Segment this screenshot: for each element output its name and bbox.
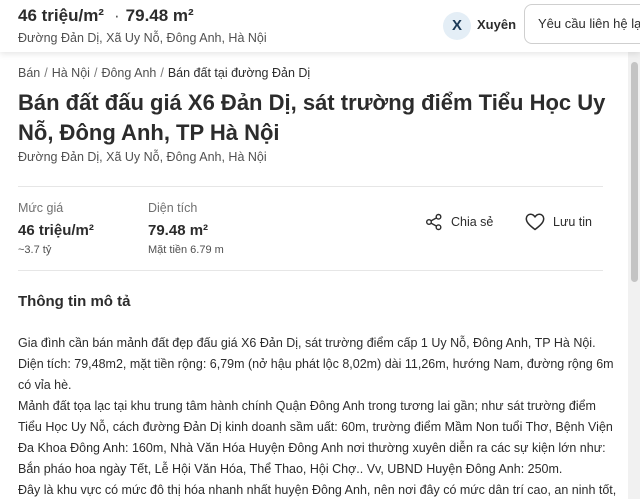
scrollbar-thumb[interactable]: [631, 62, 638, 282]
breadcrumb-separator: /: [93, 66, 98, 80]
description-body: Gia đình cần bán mảnh đất đẹp đấu giá X6…: [18, 333, 618, 499]
scrollbar[interactable]: [628, 52, 640, 499]
area-label: Diện tích: [148, 201, 198, 215]
listing-address: Đường Đản Dị, Xã Uy Nỗ, Đông Anh, Hà Nội: [18, 150, 267, 164]
share-label: Chia sẻ: [451, 215, 494, 229]
share-button[interactable]: Chia sẻ: [425, 212, 493, 232]
frontage-value: Mặt tiền 6.79 m: [148, 244, 224, 256]
listing-page: 46 triệu/m² · 79.48 m² Đường Đản Dị, Xã Uy…: [0, 0, 640, 499]
request-callback-button[interactable]: Yêu cầu liên hệ lại: [524, 4, 640, 44]
price-label: Mức giá: [18, 201, 64, 215]
breadcrumb-separator: /: [160, 66, 164, 80]
header-area: 79.48 m²: [125, 6, 194, 25]
heart-icon: [525, 213, 545, 231]
divider: [18, 186, 603, 187]
save-label: Lưu tin: [553, 215, 592, 229]
price-total: ~3.7 tỷ: [18, 244, 52, 256]
breadcrumb: Bán / Hà Nội / Đông Anh / Bán đất tại đường Đả…: [18, 66, 310, 80]
breadcrumb-item[interactable]: Bán: [18, 66, 40, 80]
header-address: Đường Đản Dị, Xã Uy Nỗ, Đông Anh, Hà Nội: [18, 31, 267, 45]
share-icon: [426, 213, 442, 231]
page-title: Bán đất đấu giá X6 Đản Dị, sát trường đi…: [18, 90, 606, 145]
breadcrumb-item[interactable]: Đông Anh: [101, 66, 156, 80]
area-value: 79.48 m²: [148, 222, 209, 239]
agent-avatar[interactable]: X: [443, 12, 471, 40]
divider: [18, 270, 603, 271]
agent-name[interactable]: Xuyên: [477, 17, 516, 32]
breadcrumb-item[interactable]: Hà Nội: [52, 66, 90, 80]
header-price: 46 triệu/m²: [18, 6, 104, 25]
separator-dot: ·: [113, 6, 120, 25]
breadcrumb-current: Bán đất tại đường Đản Dị: [167, 66, 311, 80]
breadcrumb-separator: /: [44, 66, 48, 80]
description-paragraph: Gia đình cần bán mảnh đất đẹp đấu giá X6…: [18, 336, 614, 392]
description-heading: Thông tin mô tả: [18, 293, 131, 310]
description-paragraph: Đây là khu vực có mức đô thị hóa nhanh n…: [18, 483, 617, 497]
save-listing-button[interactable]: Lưu tin: [525, 212, 592, 232]
sticky-header: 46 triệu/m² · 79.48 m² Đường Đản Dị, Xã Uy…: [0, 0, 640, 52]
price-value: 46 triệu/m²: [18, 222, 94, 239]
description-paragraph: Mảnh đất tọa lạc tại khu trung tâm hành …: [18, 399, 613, 476]
header-price-area: 46 triệu/m² · 79.48 m²: [18, 6, 194, 26]
